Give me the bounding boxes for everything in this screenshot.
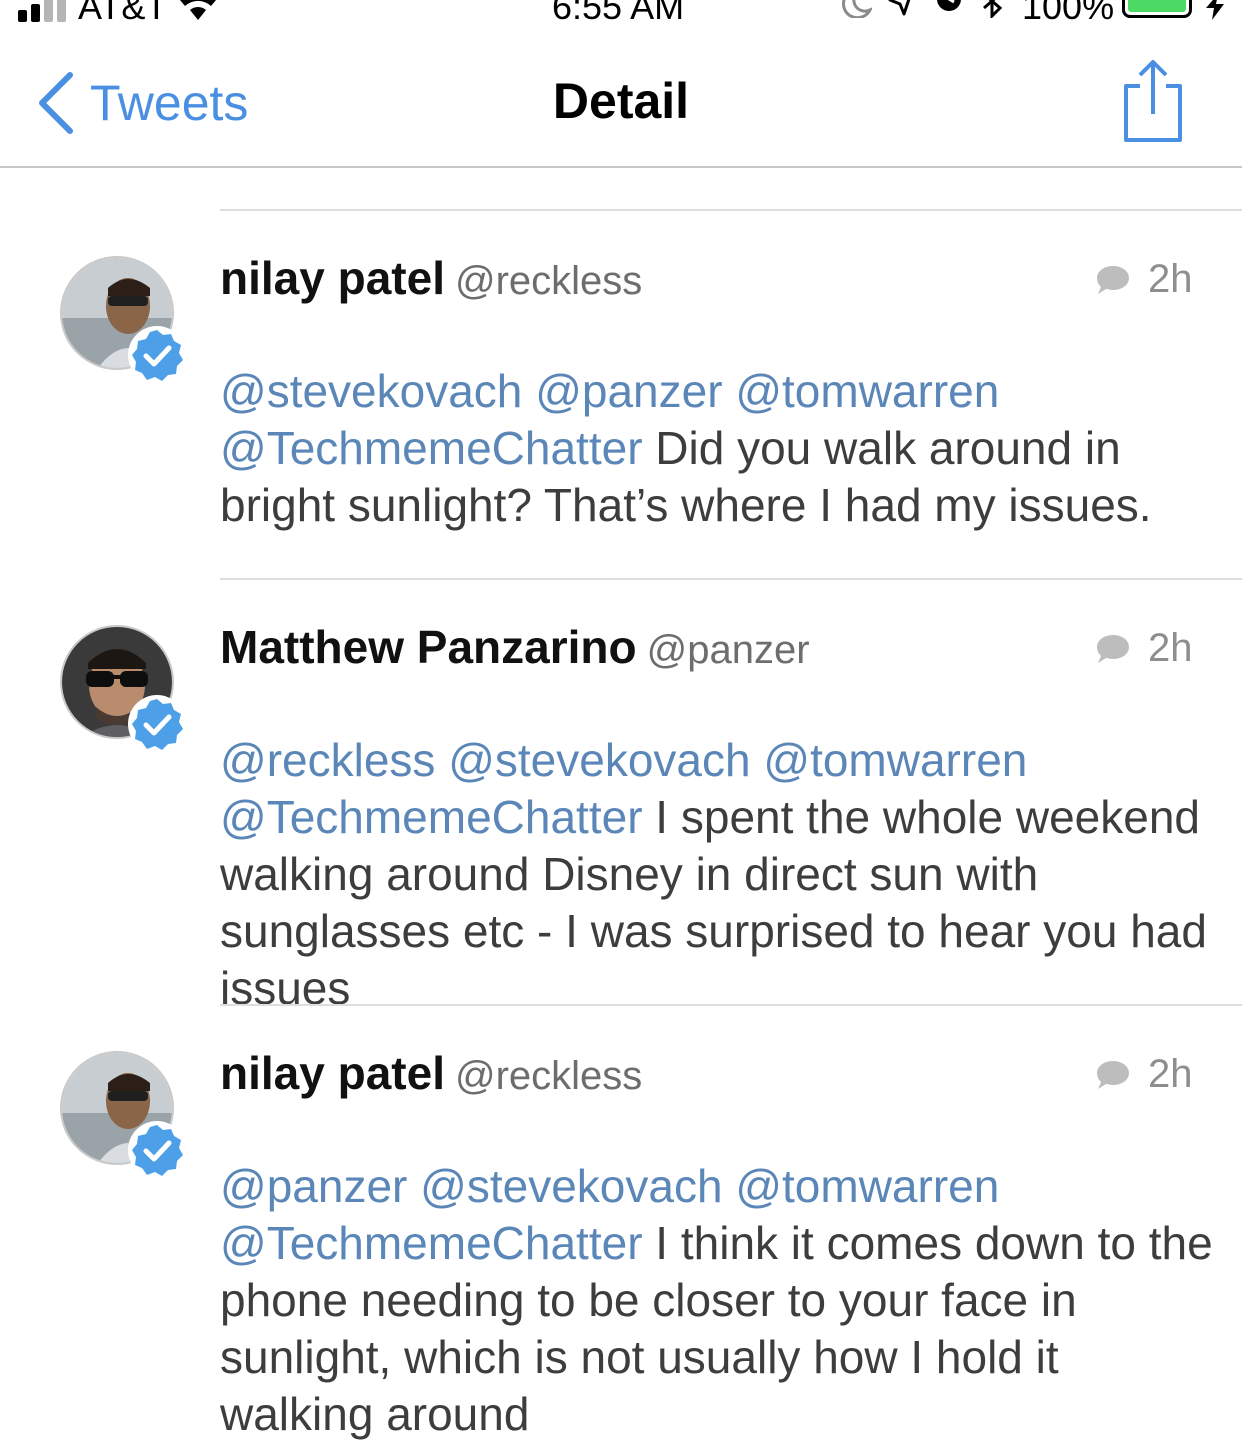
- author-name[interactable]: nilay patel: [220, 1047, 445, 1099]
- tweet-header: Matthew Panzarino @panzer: [220, 620, 810, 674]
- moon-icon: [841, 0, 872, 18]
- mention-link[interactable]: @tomwarren: [763, 734, 1027, 786]
- share-icon: [1124, 60, 1182, 142]
- verified-badge-icon: [128, 1121, 186, 1179]
- tweet-meta: 2h: [1094, 257, 1193, 302]
- verified-badge-icon: [128, 326, 186, 384]
- status-bar: AT&T 6:55 AM 100%: [0, 0, 1242, 30]
- clock: 6:55 AM: [552, 0, 685, 27]
- bluetooth-icon: [983, 0, 1003, 18]
- mention-link[interactable]: @TechmemeChatter: [220, 422, 643, 474]
- tweet-text: @panzer @stevekovach @tomwarren @Techmem…: [220, 1101, 1220, 1443]
- mention-link[interactable]: @TechmemeChatter: [220, 791, 643, 843]
- verified-badge-icon: [128, 695, 186, 753]
- battery-level: [1128, 0, 1186, 12]
- reply-bubble-icon: [1097, 265, 1129, 294]
- navigation-bar: Tweets Detail: [0, 30, 1242, 168]
- tweet-item[interactable]: Matthew Panzarino @panzer 2h @reckless @s…: [0, 578, 1242, 1014]
- author-name[interactable]: nilay patel: [220, 252, 445, 304]
- mention-link[interactable]: @tomwarren: [735, 1160, 999, 1212]
- tweet-text: @stevekovach @panzer @tomwarren @Techmem…: [220, 306, 1220, 534]
- tweet-meta: 2h: [1094, 626, 1193, 671]
- wifi-icon: [180, 0, 216, 20]
- mention-link[interactable]: @reckless: [220, 734, 435, 786]
- author-handle[interactable]: @reckless: [455, 259, 642, 303]
- tweet-header: nilay patel @reckless: [220, 251, 642, 305]
- mention-link[interactable]: @TechmemeChatter: [220, 1217, 643, 1269]
- mention-link[interactable]: @stevekovach: [420, 1160, 722, 1212]
- share-button[interactable]: [1118, 58, 1188, 149]
- tweet-meta: 2h: [1094, 1052, 1193, 1097]
- tweet-text: @reckless @stevekovach @tomwarren @Techm…: [220, 675, 1220, 1017]
- carrier-name: AT&T: [78, 0, 168, 27]
- alarm-icon: [937, 0, 961, 11]
- battery-icon: [1122, 0, 1192, 18]
- mention-link[interactable]: @stevekovach: [220, 365, 522, 417]
- charging-bolt-icon: [1206, 0, 1224, 20]
- tweet-item[interactable]: nilay patel @reckless 2h @stevekovach @pa…: [0, 209, 1242, 579]
- author-handle[interactable]: @panzer: [647, 628, 810, 672]
- location-icon: [888, 0, 911, 16]
- divider: [220, 578, 1242, 580]
- tweet-header: nilay patel @reckless: [220, 1046, 642, 1100]
- mention-link[interactable]: @panzer: [220, 1160, 407, 1212]
- reply-bubble-icon: [1097, 634, 1129, 663]
- tweet-timestamp: 2h: [1148, 626, 1193, 670]
- battery-percentage: 100%: [1022, 0, 1115, 27]
- tweet-timestamp: 2h: [1148, 1052, 1193, 1096]
- page-title: Detail: [552, 73, 690, 129]
- divider: [220, 1004, 1242, 1006]
- tweet-timestamp: 2h: [1148, 257, 1193, 301]
- author-name[interactable]: Matthew Panzarino: [220, 621, 637, 673]
- divider: [220, 209, 1242, 211]
- reply-bubble-icon: [1097, 1060, 1129, 1089]
- mention-link[interactable]: @tomwarren: [735, 365, 999, 417]
- author-handle[interactable]: @reckless: [455, 1054, 642, 1098]
- tweet-item[interactable]: nilay patel @reckless 2h @panzer @steveko…: [0, 1004, 1242, 1440]
- mention-link[interactable]: @panzer: [535, 365, 722, 417]
- mention-link[interactable]: @stevekovach: [448, 734, 750, 786]
